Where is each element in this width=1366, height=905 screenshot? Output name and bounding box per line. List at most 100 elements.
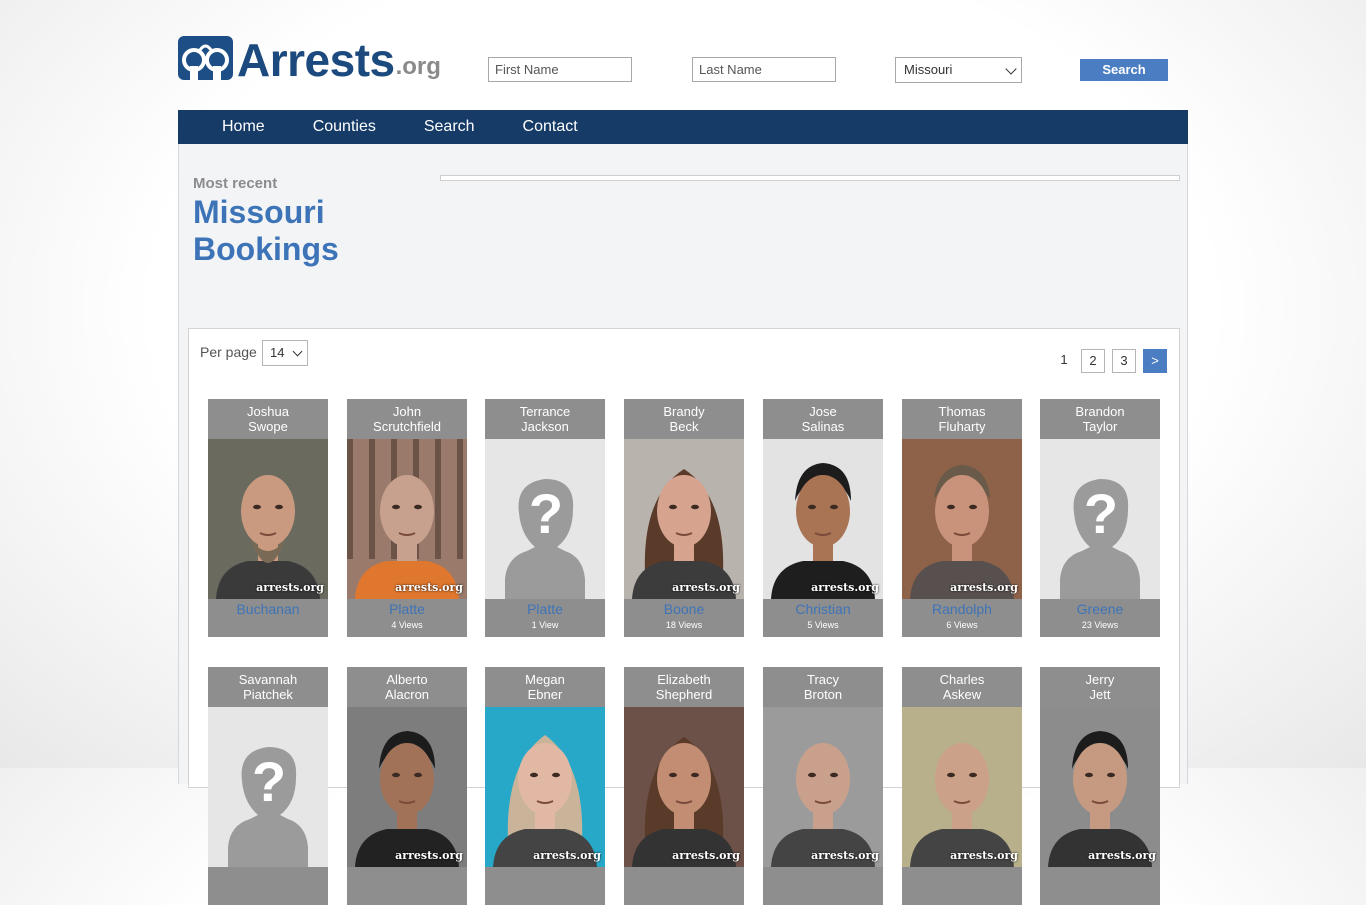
booking-first-name: Elizabeth: [657, 672, 711, 687]
booking-name[interactable]: John Scrutchfield: [347, 399, 467, 439]
booking-card[interactable]: Charles Askew arrests.org: [902, 667, 1022, 905]
photo-watermark: arrests.org: [395, 849, 463, 862]
mugshot-photo[interactable]: arrests.org: [763, 707, 883, 867]
site-logo[interactable]: Arrests .org: [178, 34, 441, 86]
chevron-down-icon: [1005, 63, 1017, 75]
photo-watermark: arrests.org: [811, 581, 879, 594]
booking-first-name: Joshua: [247, 404, 289, 419]
booking-county-link[interactable]: Platte: [485, 599, 605, 619]
booking-card[interactable]: Brandy Beck arrests.org Boone 18 Views: [624, 399, 744, 637]
booking-last-name: Taylor: [1082, 419, 1118, 434]
booking-first-name: Jerry: [1085, 672, 1115, 687]
booking-name[interactable]: Thomas Fluharty: [902, 399, 1022, 439]
no-photo-placeholder-icon[interactable]: ?: [485, 439, 605, 599]
booking-county-link[interactable]: Boone: [624, 599, 744, 619]
booking-views: 18 Views: [665, 620, 703, 630]
booking-name[interactable]: Alberto Alacron: [347, 667, 467, 707]
per-page-select[interactable]: 14: [262, 340, 308, 366]
mugshot-photo[interactable]: arrests.org: [347, 707, 467, 867]
booking-card[interactable]: Elizabeth Shepherd arrests.org: [624, 667, 744, 905]
booking-card[interactable]: Brandon Taylor? Greene 23 Views: [1040, 399, 1160, 637]
booking-card[interactable]: Jerry Jett arrests.org: [1040, 667, 1160, 905]
mugshot-photo[interactable]: arrests.org: [347, 439, 467, 599]
booking-card[interactable]: Terrance Jackson? Platte 1 View: [485, 399, 605, 637]
photo-watermark: arrests.org: [533, 849, 601, 862]
mugshot-photo[interactable]: arrests.org: [902, 439, 1022, 599]
booking-last-name: Jackson: [521, 419, 569, 434]
booking-name[interactable]: Brandy Beck: [624, 399, 744, 439]
state-select[interactable]: Missouri: [895, 57, 1022, 83]
mugshot-photo[interactable]: arrests.org: [1040, 707, 1160, 867]
booking-first-name: Brandon: [1075, 404, 1125, 419]
booking-first-name: Megan: [525, 672, 565, 687]
logo-text: Arrests: [237, 34, 395, 86]
page-link-2[interactable]: 2: [1081, 349, 1105, 373]
booking-last-name: Scrutchfield: [373, 419, 441, 434]
next-page-button[interactable]: >: [1143, 349, 1167, 373]
booking-name[interactable]: Tracy Broton: [763, 667, 883, 707]
booking-name[interactable]: Jerry Jett: [1040, 667, 1160, 707]
photo-watermark: arrests.org: [950, 581, 1018, 594]
bookings-box: Per page 14 1 2 3 > Joshua Swope arrests.o…: [188, 328, 1180, 905]
per-page-label: Per page: [200, 344, 257, 360]
mugshot-photo[interactable]: arrests.org: [624, 707, 744, 867]
booking-name[interactable]: Brandon Taylor: [1040, 399, 1160, 439]
mugshot-photo[interactable]: arrests.org: [902, 707, 1022, 867]
mugshot-photo[interactable]: arrests.org: [763, 439, 883, 599]
no-photo-placeholder-icon[interactable]: ?: [1040, 439, 1160, 599]
photo-watermark: arrests.org: [1088, 849, 1156, 862]
booking-first-name: Terrance: [519, 404, 571, 419]
booking-last-name: Swope: [248, 419, 288, 434]
no-photo-placeholder-icon[interactable]: ?: [208, 707, 328, 867]
booking-county-link[interactable]: Christian: [763, 599, 883, 619]
page-title-line1: Missouri: [193, 194, 325, 230]
booking-name[interactable]: Megan Ebner: [485, 667, 605, 707]
mugshot-photo[interactable]: arrests.org: [485, 707, 605, 867]
booking-name[interactable]: Joshua Swope: [208, 399, 328, 439]
booking-views: 4 Views: [391, 620, 423, 630]
nav-home[interactable]: Home: [178, 110, 289, 144]
booking-last-name: Salinas: [801, 419, 845, 434]
photo-watermark: arrests.org: [256, 581, 324, 594]
photo-watermark: arrests.org: [395, 581, 463, 594]
booking-card[interactable]: Megan Ebner arrests.org: [485, 667, 605, 905]
page-subtitle: Most recent: [193, 175, 278, 192]
mugshot-photo[interactable]: arrests.org: [208, 439, 328, 599]
booking-card[interactable]: Alberto Alacron arrests.org: [347, 667, 467, 905]
nav-search[interactable]: Search: [400, 110, 499, 144]
photo-watermark: arrests.org: [672, 581, 740, 594]
booking-views: 5 Views: [807, 620, 839, 630]
booking-card[interactable]: Joshua Swope arrests.org Buchanan: [208, 399, 328, 637]
booking-county-link[interactable]: Greene: [1040, 599, 1160, 619]
booking-first-name: Tracy: [806, 672, 840, 687]
booking-first-name: Charles: [939, 672, 985, 687]
nav-contact[interactable]: Contact: [499, 110, 602, 144]
first-name-input[interactable]: First Name: [488, 57, 632, 82]
booking-views: 6 Views: [946, 620, 978, 630]
booking-name[interactable]: Terrance Jackson: [485, 399, 605, 439]
page-link-3[interactable]: 3: [1112, 349, 1136, 373]
booking-card[interactable]: Jose Salinas arrests.org Christian 5 Views: [763, 399, 883, 637]
mugshot-photo[interactable]: arrests.org: [624, 439, 744, 599]
last-name-input[interactable]: Last Name: [692, 57, 836, 82]
nav-counties[interactable]: Counties: [289, 110, 400, 144]
main-nav: Home Counties Search Contact: [178, 110, 1188, 144]
photo-watermark: arrests.org: [672, 849, 740, 862]
booking-card[interactable]: Tracy Broton arrests.org: [763, 667, 883, 905]
booking-name[interactable]: Jose Salinas: [763, 399, 883, 439]
svg-text:?: ?: [529, 482, 563, 545]
booking-county-link[interactable]: Platte: [347, 599, 467, 619]
booking-name[interactable]: Savannah Piatchek: [208, 667, 328, 707]
booking-name[interactable]: Charles Askew: [902, 667, 1022, 707]
booking-card[interactable]: Thomas Fluharty arrests.org Randolph 6 Views: [902, 399, 1022, 637]
handcuffs-logo-icon: [178, 36, 233, 80]
booking-county-link[interactable]: Buchanan: [208, 599, 328, 619]
booking-first-name: Savannah: [238, 672, 298, 687]
booking-card[interactable]: Savannah Piatchek?: [208, 667, 328, 905]
booking-county-link[interactable]: Randolph: [902, 599, 1022, 619]
booking-name[interactable]: Elizabeth Shepherd: [624, 667, 744, 707]
search-button[interactable]: Search: [1080, 59, 1168, 81]
booking-card[interactable]: John Scrutchfield arrests.org Platte 4 Views: [347, 399, 467, 637]
page-title: Missouri Bookings: [193, 194, 413, 268]
booking-first-name: John: [392, 404, 422, 419]
